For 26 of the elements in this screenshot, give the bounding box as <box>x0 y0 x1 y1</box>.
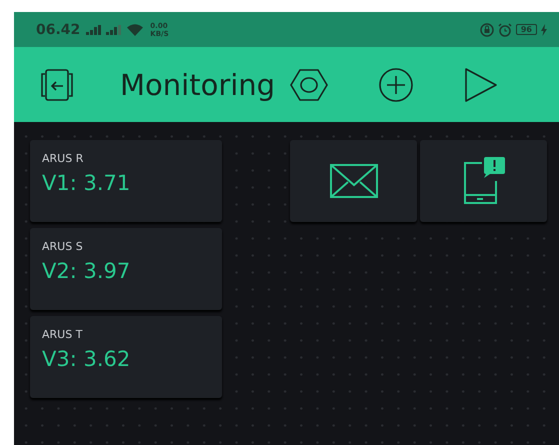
email-widget[interactable] <box>290 140 417 222</box>
envelope-icon <box>330 164 378 198</box>
notification-widget[interactable] <box>420 140 547 222</box>
charging-icon <box>541 24 547 36</box>
rotation-lock-icon <box>480 22 494 36</box>
display-label: ARUS S <box>42 240 83 253</box>
signal-icon <box>106 24 122 34</box>
add-icon[interactable] <box>378 66 414 102</box>
exit-icon[interactable] <box>38 66 76 102</box>
phone-alert-icon <box>462 157 506 205</box>
display-value: V2: 3.97 <box>42 259 130 283</box>
play-icon[interactable] <box>464 66 498 102</box>
hexagon-icon[interactable] <box>290 68 328 102</box>
display-label: ARUS R <box>42 152 84 165</box>
signal-icon <box>86 24 102 34</box>
clock-time: 06.42 <box>36 22 80 38</box>
value-display[interactable]: ARUS S V2: 3.97 <box>30 228 222 310</box>
battery-level: 96 <box>516 24 537 35</box>
alarm-icon <box>498 22 512 36</box>
app-title: Monitoring <box>120 68 276 102</box>
wifi-icon <box>126 23 144 36</box>
value-display[interactable]: ARUS T V3: 3.62 <box>30 316 222 398</box>
display-label: ARUS T <box>42 328 82 341</box>
value-display[interactable]: ARUS R V1: 3.71 <box>30 140 222 222</box>
display-value: V3: 3.62 <box>42 347 130 371</box>
display-value: V1: 3.71 <box>42 171 130 195</box>
